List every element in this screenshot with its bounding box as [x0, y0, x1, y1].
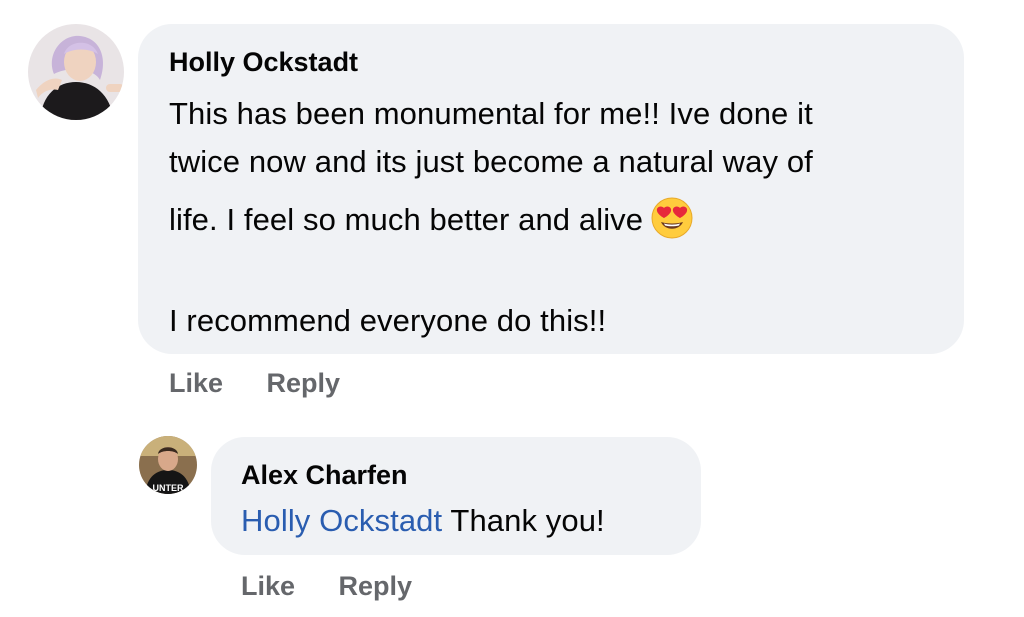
comment-line-text: life. I feel so much better and alive	[169, 202, 644, 237]
comment-thread: Holly Ockstadt This has been monumental …	[0, 0, 1024, 617]
reply-button[interactable]: Reply	[339, 571, 413, 601]
comment-bubble-alex: Alex Charfen Holly Ockstadt Thank you!	[211, 437, 701, 555]
comment-text: Holly Ockstadt Thank you!	[241, 499, 605, 543]
comment-actions-alex: Like Reply	[241, 571, 412, 602]
comment-text: This has been monumental for me!! Ive do…	[169, 90, 813, 348]
comment-line: twice now and its just become a natural …	[169, 144, 813, 179]
comment-actions-holly: Like Reply	[169, 368, 340, 399]
comment-author[interactable]: Holly Ockstadt	[169, 46, 358, 78]
comment-reply-text: Thank you!	[442, 503, 605, 538]
comment-line: life. I feel so much better and alive	[169, 190, 813, 250]
comment-line: I recommend everyone do this!!	[169, 303, 607, 338]
comment-line: This has been monumental for me!! Ive do…	[169, 96, 813, 131]
avatar-shirt-text: UNTER	[153, 483, 184, 493]
like-button[interactable]: Like	[241, 571, 295, 601]
comment-bubble-holly: Holly Ockstadt This has been monumental …	[138, 24, 964, 354]
avatar-alex[interactable]: UNTER	[139, 436, 197, 494]
avatar-alex-image: UNTER	[139, 436, 197, 494]
reply-button[interactable]: Reply	[267, 368, 341, 398]
heart-eyes-emoji-icon	[651, 197, 693, 239]
like-button[interactable]: Like	[169, 368, 223, 398]
comment-author[interactable]: Alex Charfen	[241, 459, 408, 491]
mention-link[interactable]: Holly Ockstadt	[241, 503, 442, 538]
avatar-holly[interactable]	[28, 24, 124, 120]
avatar-holly-image	[28, 24, 124, 120]
